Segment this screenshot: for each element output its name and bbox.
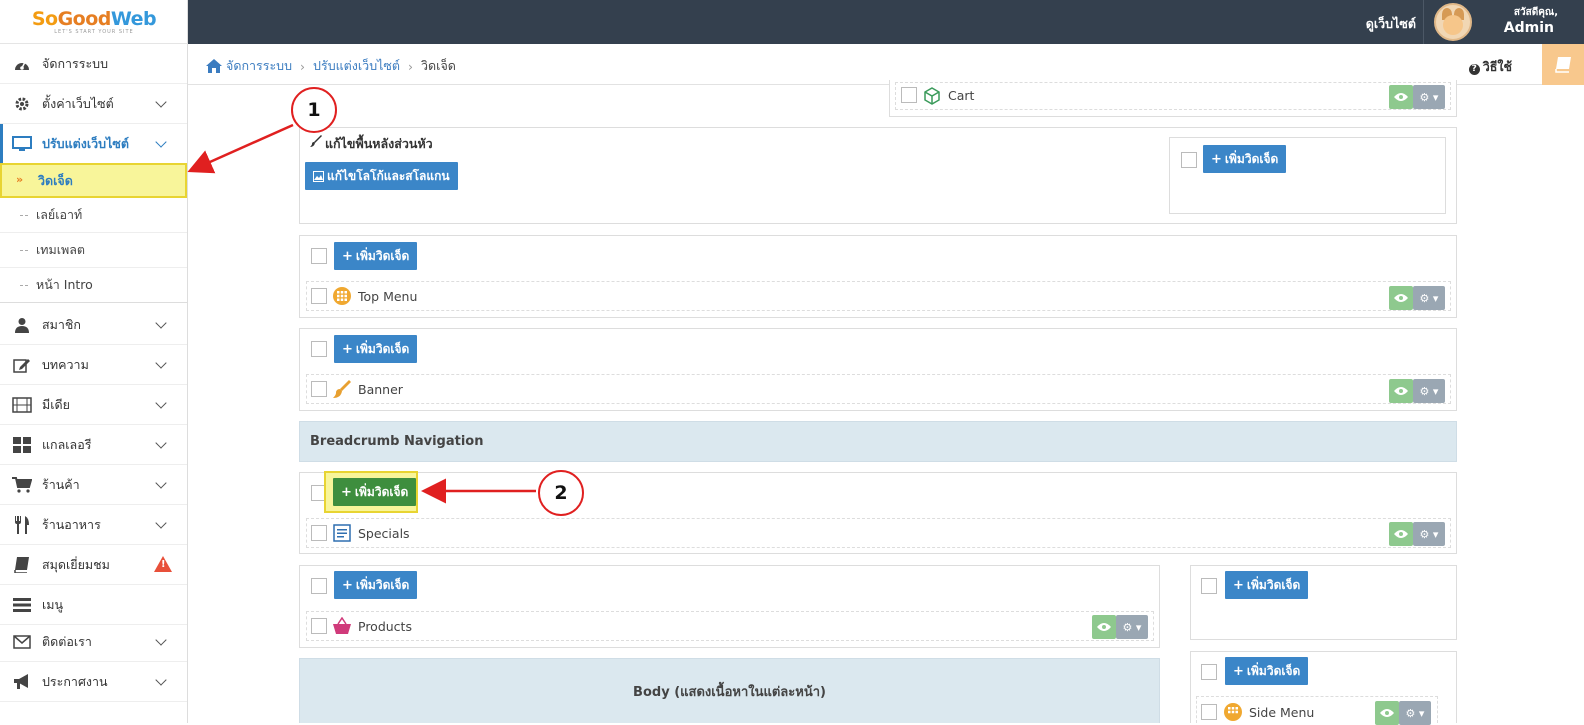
arrow-1 <box>187 123 294 174</box>
annotation-arrows <box>187 123 536 504</box>
callout-1: 1 <box>291 87 337 133</box>
callout-2: 2 <box>538 470 584 516</box>
